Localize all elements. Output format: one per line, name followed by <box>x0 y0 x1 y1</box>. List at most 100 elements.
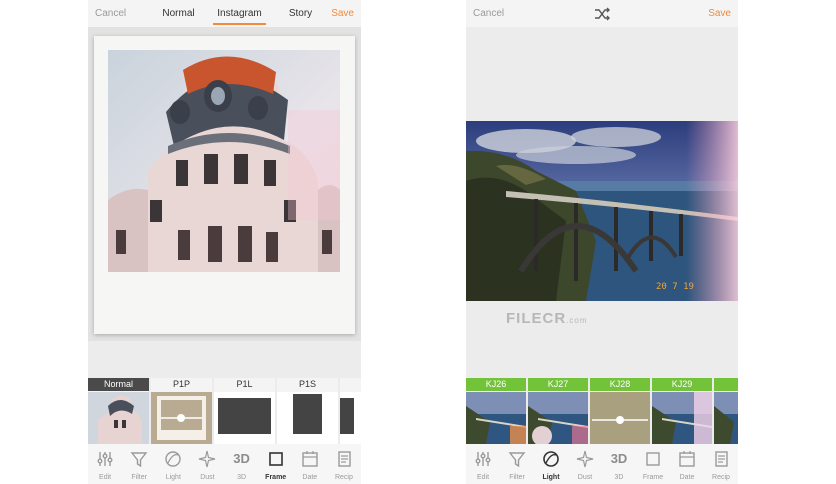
preset-kj27[interactable]: KJ27 <box>528 378 588 444</box>
frame-label: P1S <box>298 379 316 389</box>
watermark: FILECR.com <box>506 310 588 327</box>
preset-thumbnail <box>652 392 712 444</box>
sliders-icon <box>475 452 491 466</box>
preset-thumbnail <box>466 392 526 444</box>
frame-icon <box>646 452 660 466</box>
tab-instagram[interactable]: Instagram <box>209 0 270 27</box>
tool-frame[interactable]: Frame <box>259 444 293 484</box>
frame-p1p[interactable]: P1P <box>151 378 212 444</box>
tool-3d[interactable]: 3D 3D <box>225 444 259 484</box>
tool-label: 3D <box>614 474 624 481</box>
tool-label: Dust <box>200 474 215 481</box>
frame-thumbnail <box>214 392 275 444</box>
light-icon <box>543 451 559 467</box>
frame-strip: Normal P1P P1L P1S <box>88 378 361 444</box>
tool-label: Filter <box>509 474 525 481</box>
format-tabs: Normal Instagram Story <box>148 0 331 27</box>
photo-canvas: 20 7 19 FILECR.com <box>466 27 738 377</box>
tool-recipe[interactable]: Recip <box>704 444 738 484</box>
tool-recipe[interactable]: Recip <box>327 444 361 484</box>
frame-label: Normal <box>88 378 149 391</box>
tab-normal[interactable]: Normal <box>148 0 209 27</box>
sliders-icon <box>97 452 113 466</box>
preset-label: KJ29 <box>652 378 712 391</box>
tool-light[interactable]: Light <box>534 444 568 484</box>
recipe-icon <box>715 451 728 467</box>
tool-edit[interactable]: Edit <box>88 444 122 484</box>
frame-icon <box>268 452 283 466</box>
calendar-icon <box>302 451 318 467</box>
preset-thumbnail <box>714 392 738 444</box>
date-stamp: 20 7 19 <box>656 282 694 292</box>
tool-label: Date <box>679 474 695 481</box>
frame-label: P1L <box>236 379 253 389</box>
left-screen: Cancel Normal Instagram Story Save Norma… <box>88 0 361 484</box>
building-photo <box>108 50 340 272</box>
preset-kj28[interactable]: KJ28 <box>590 378 650 444</box>
preset-label: KJ28 <box>590 378 650 391</box>
tool-filter[interactable]: Filter <box>500 444 534 484</box>
tool-label: Date <box>302 474 318 481</box>
tool-label: Recip <box>334 474 353 481</box>
frame-p1l[interactable]: P1L <box>214 378 275 444</box>
funnel-icon <box>130 452 148 468</box>
3d-icon: 3D <box>233 451 250 466</box>
frame-label: P1 <box>340 378 361 391</box>
tool-date[interactable]: Date <box>293 444 327 484</box>
preset-label: KJ27 <box>528 378 588 391</box>
frame-thumbnail <box>151 392 212 444</box>
cancel-button[interactable]: Cancel <box>473 8 504 19</box>
tool-label: Frame <box>642 474 664 481</box>
tool-3d[interactable]: 3D 3D <box>602 444 636 484</box>
preset-kj29[interactable]: KJ29 <box>652 378 712 444</box>
preset-thumbnail <box>528 392 588 444</box>
tool-frame[interactable]: Frame <box>636 444 670 484</box>
preset-partial[interactable] <box>714 378 738 444</box>
frame-thumbnail <box>277 392 338 444</box>
shuffle-icon[interactable] <box>593 5 611 23</box>
frame-normal[interactable]: Normal <box>88 378 149 444</box>
preset-thumbnail <box>590 392 650 444</box>
funnel-icon <box>508 452 526 468</box>
tool-label: Edit <box>476 474 490 481</box>
tool-label: Filter <box>131 474 147 481</box>
spacer <box>88 341 361 377</box>
preset-label: KJ26 <box>466 378 526 391</box>
tool-date[interactable]: Date <box>670 444 704 484</box>
calendar-icon <box>679 451 695 467</box>
tool-light[interactable]: Light <box>156 444 190 484</box>
save-button[interactable]: Save <box>331 8 354 19</box>
tool-filter[interactable]: Filter <box>122 444 156 484</box>
bottom-toolbar: Edit Filter Light Dust 3D 3D Frame Date <box>466 444 738 484</box>
preset-label <box>714 378 738 391</box>
sparkle-icon <box>576 450 594 468</box>
frame-p1s[interactable]: P1S <box>277 378 338 444</box>
save-button[interactable]: Save <box>708 8 731 19</box>
tool-dust[interactable]: Dust <box>568 444 602 484</box>
tool-label: Recip <box>712 474 730 481</box>
photo-canvas <box>88 27 361 341</box>
cancel-button[interactable]: Cancel <box>95 8 126 19</box>
sparkle-icon <box>199 450 216 468</box>
right-screen: Cancel Save 20 7 19 FILECR.com KJ26 KJ27… <box>466 0 738 484</box>
light-preset-strip: KJ26 KJ27 KJ28 KJ29 <box>466 378 738 444</box>
tab-story[interactable]: Story <box>270 0 331 27</box>
frame-p1-partial[interactable]: P1 <box>340 378 361 444</box>
frame-thumbnail <box>88 392 149 444</box>
tool-label: Frame <box>265 474 287 481</box>
tool-dust[interactable]: Dust <box>190 444 224 484</box>
tool-label: 3D <box>237 474 247 481</box>
tool-label: Dust <box>577 474 593 481</box>
light-icon <box>165 451 182 467</box>
bottom-toolbar: Edit Filter Light Dust 3D 3D Frame Date <box>88 444 361 484</box>
tool-label: Light <box>542 474 560 481</box>
frame-label: P1P <box>172 379 190 389</box>
tool-label: Light <box>165 474 181 481</box>
bridge-photo: 20 7 19 <box>466 121 738 301</box>
3d-icon: 3D <box>610 451 628 466</box>
tool-label: Edit <box>99 474 112 481</box>
preset-kj26[interactable]: KJ26 <box>466 378 526 444</box>
tool-edit[interactable]: Edit <box>466 444 500 484</box>
top-bar: Cancel Normal Instagram Story Save <box>88 0 361 27</box>
top-bar: Cancel Save <box>466 0 738 27</box>
